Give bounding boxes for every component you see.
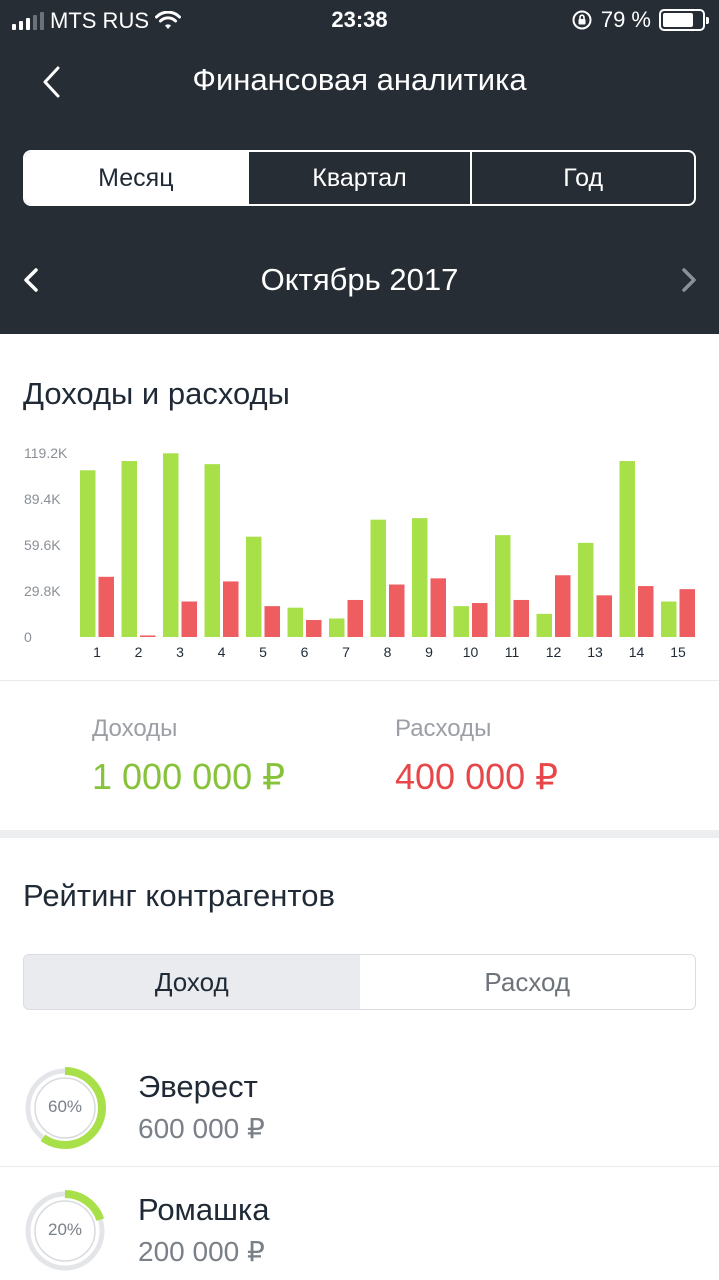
counterparty-name: Ромашка xyxy=(138,1192,270,1227)
counterparty-row[interactable]: Ромашка 200 000 ₽ 20% xyxy=(0,1189,719,1280)
section-divider xyxy=(0,830,719,838)
expense-label: Расходы xyxy=(395,715,492,742)
x-tick-label: 2 xyxy=(135,644,143,660)
income-bar xyxy=(495,535,511,637)
tab-year[interactable]: Год xyxy=(470,152,694,204)
x-tick-label: 11 xyxy=(505,644,520,660)
x-tick-label: 12 xyxy=(546,644,562,660)
income-bar xyxy=(163,453,179,637)
y-tick-label: 29.8K xyxy=(24,583,61,599)
x-tick-label: 14 xyxy=(629,644,645,660)
counterparty-amount: 200 000 ₽ xyxy=(138,1236,265,1267)
income-bar xyxy=(370,519,386,637)
expense-bar xyxy=(430,578,446,637)
y-tick-label: 0 xyxy=(24,629,32,645)
expense-bar xyxy=(638,586,654,637)
expense-bar xyxy=(306,620,322,637)
period-segmented-control: Месяц Квартал Год xyxy=(23,150,696,206)
expense-value: 400 000 ₽ xyxy=(395,756,559,797)
income-bar xyxy=(287,607,303,637)
x-tick-label: 4 xyxy=(218,644,226,660)
x-tick-label: 10 xyxy=(463,644,479,660)
next-month-button[interactable] xyxy=(665,260,705,300)
status-right: 79 % xyxy=(571,7,709,33)
income-bar xyxy=(80,470,96,637)
income-bar xyxy=(453,606,469,637)
expense-bar xyxy=(347,599,363,637)
battery-percent: 79 % xyxy=(600,7,651,32)
tab-income[interactable]: Доход xyxy=(24,955,360,1009)
counterparty-name: Эверест xyxy=(138,1069,258,1104)
tab-expense[interactable]: Расход xyxy=(359,955,695,1009)
share-percent: 20% xyxy=(47,1220,83,1239)
income-bar xyxy=(329,618,345,637)
expense-bar xyxy=(596,595,612,637)
counterparty-row[interactable]: Эверест 600 000 ₽ 60% xyxy=(0,1066,719,1176)
expense-bar xyxy=(513,599,529,637)
battery-icon xyxy=(659,9,709,31)
tab-month[interactable]: Месяц xyxy=(25,152,247,204)
x-tick-label: 8 xyxy=(384,644,392,660)
divider xyxy=(0,1166,719,1167)
x-tick-label: 15 xyxy=(670,644,686,660)
counterparties-title: Рейтинг контрагентов xyxy=(23,878,335,913)
tab-quarter[interactable]: Квартал xyxy=(246,152,471,204)
x-tick-label: 5 xyxy=(259,644,267,660)
divider xyxy=(0,680,719,681)
header: MTS RUS 23:38 79 % Финансовая аналитика xyxy=(0,0,719,334)
month-label: Октябрь 2017 xyxy=(260,262,459,297)
status-bar: MTS RUS 23:38 79 % xyxy=(0,0,719,40)
counterparty-amount: 600 000 ₽ xyxy=(138,1113,265,1144)
chevron-right-icon xyxy=(682,268,696,292)
expense-bar xyxy=(555,575,571,637)
y-tick-label: 59.6K xyxy=(24,537,61,553)
expense-bar xyxy=(98,576,114,637)
expense-bar xyxy=(181,601,197,637)
income-bar xyxy=(412,518,428,637)
y-tick-label: 89.4K xyxy=(24,491,61,507)
income-bar xyxy=(619,461,635,637)
share-percent: 60% xyxy=(47,1097,83,1116)
counterparty-type-toggle: Доход Расход xyxy=(23,954,696,1010)
income-bar xyxy=(578,542,594,637)
x-tick-label: 6 xyxy=(301,644,309,660)
expense-bar xyxy=(389,584,405,637)
x-tick-label: 3 xyxy=(176,644,184,660)
x-tick-label: 9 xyxy=(425,644,433,660)
x-tick-label: 13 xyxy=(587,644,603,660)
rotation-lock-icon xyxy=(572,10,592,30)
x-tick-label: 1 xyxy=(93,644,101,660)
income-expense-title: Доходы и расходы xyxy=(23,376,290,411)
month-switcher: Октябрь 2017 xyxy=(0,250,719,310)
expense-bar xyxy=(679,589,695,637)
expense-bar xyxy=(140,635,156,637)
income-bar xyxy=(661,601,677,637)
income-value: 1 000 000 ₽ xyxy=(92,756,286,797)
income-label: Доходы xyxy=(92,715,178,742)
income-bar xyxy=(246,536,262,637)
page-title: Финансовая аналитика xyxy=(192,62,527,97)
income-expense-chart: 029.8K59.6K89.4K119.2K1 2 3 4 5 6 7 8 9 10 11 12 13 1… xyxy=(24,445,695,660)
expense-bar xyxy=(223,581,239,637)
y-tick-label: 119.2K xyxy=(24,445,68,461)
x-tick-label: 7 xyxy=(342,644,350,660)
income-bar xyxy=(204,464,220,637)
income-bar xyxy=(121,461,137,637)
expense-bar xyxy=(472,603,488,637)
expense-bar xyxy=(264,606,280,637)
income-bar xyxy=(536,613,552,637)
